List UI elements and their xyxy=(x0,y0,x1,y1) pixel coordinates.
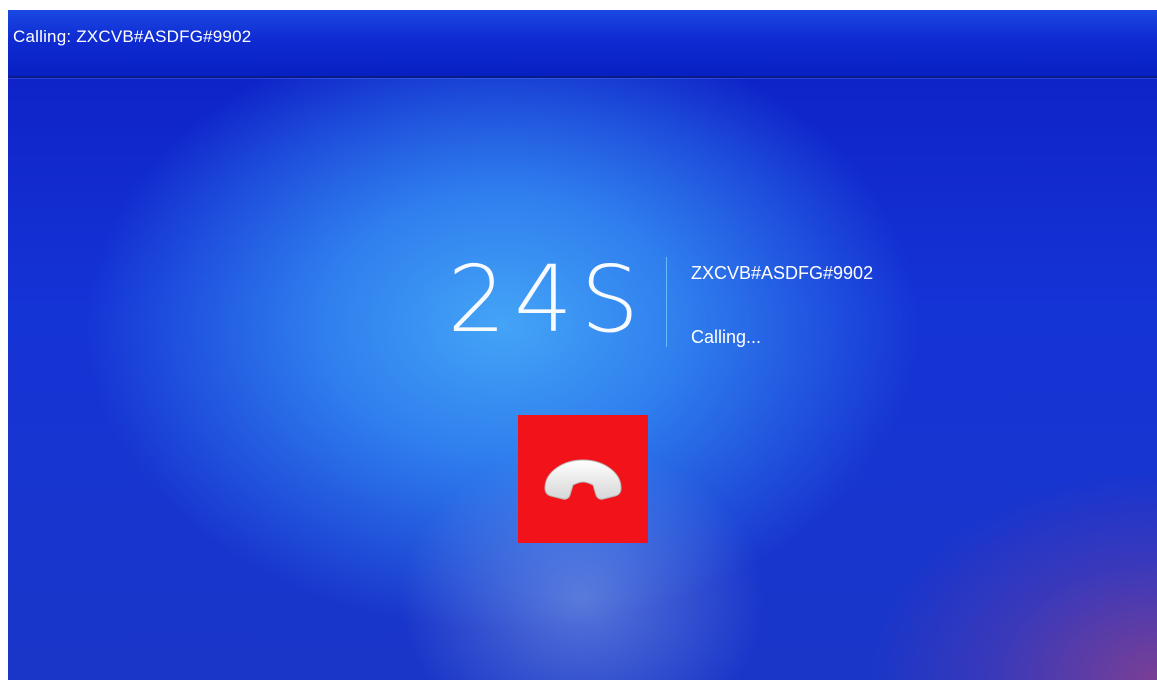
call-status: Calling... xyxy=(691,327,762,347)
call-screen: Calling: ZXCVB#ASDFG#9902 24S ZXCVB#ASDF… xyxy=(8,10,1157,680)
callee-name: ZXCVB#ASDFG#9902 xyxy=(691,263,874,283)
phone-hangup-icon xyxy=(539,454,627,504)
title-bar: Calling: ZXCVB#ASDFG#9902 xyxy=(8,10,1157,78)
hangup-button[interactable] xyxy=(518,415,648,543)
divider xyxy=(666,257,667,347)
call-timer: 24S xyxy=(447,246,647,353)
window-title: Calling: ZXCVB#ASDFG#9902 xyxy=(13,27,252,46)
